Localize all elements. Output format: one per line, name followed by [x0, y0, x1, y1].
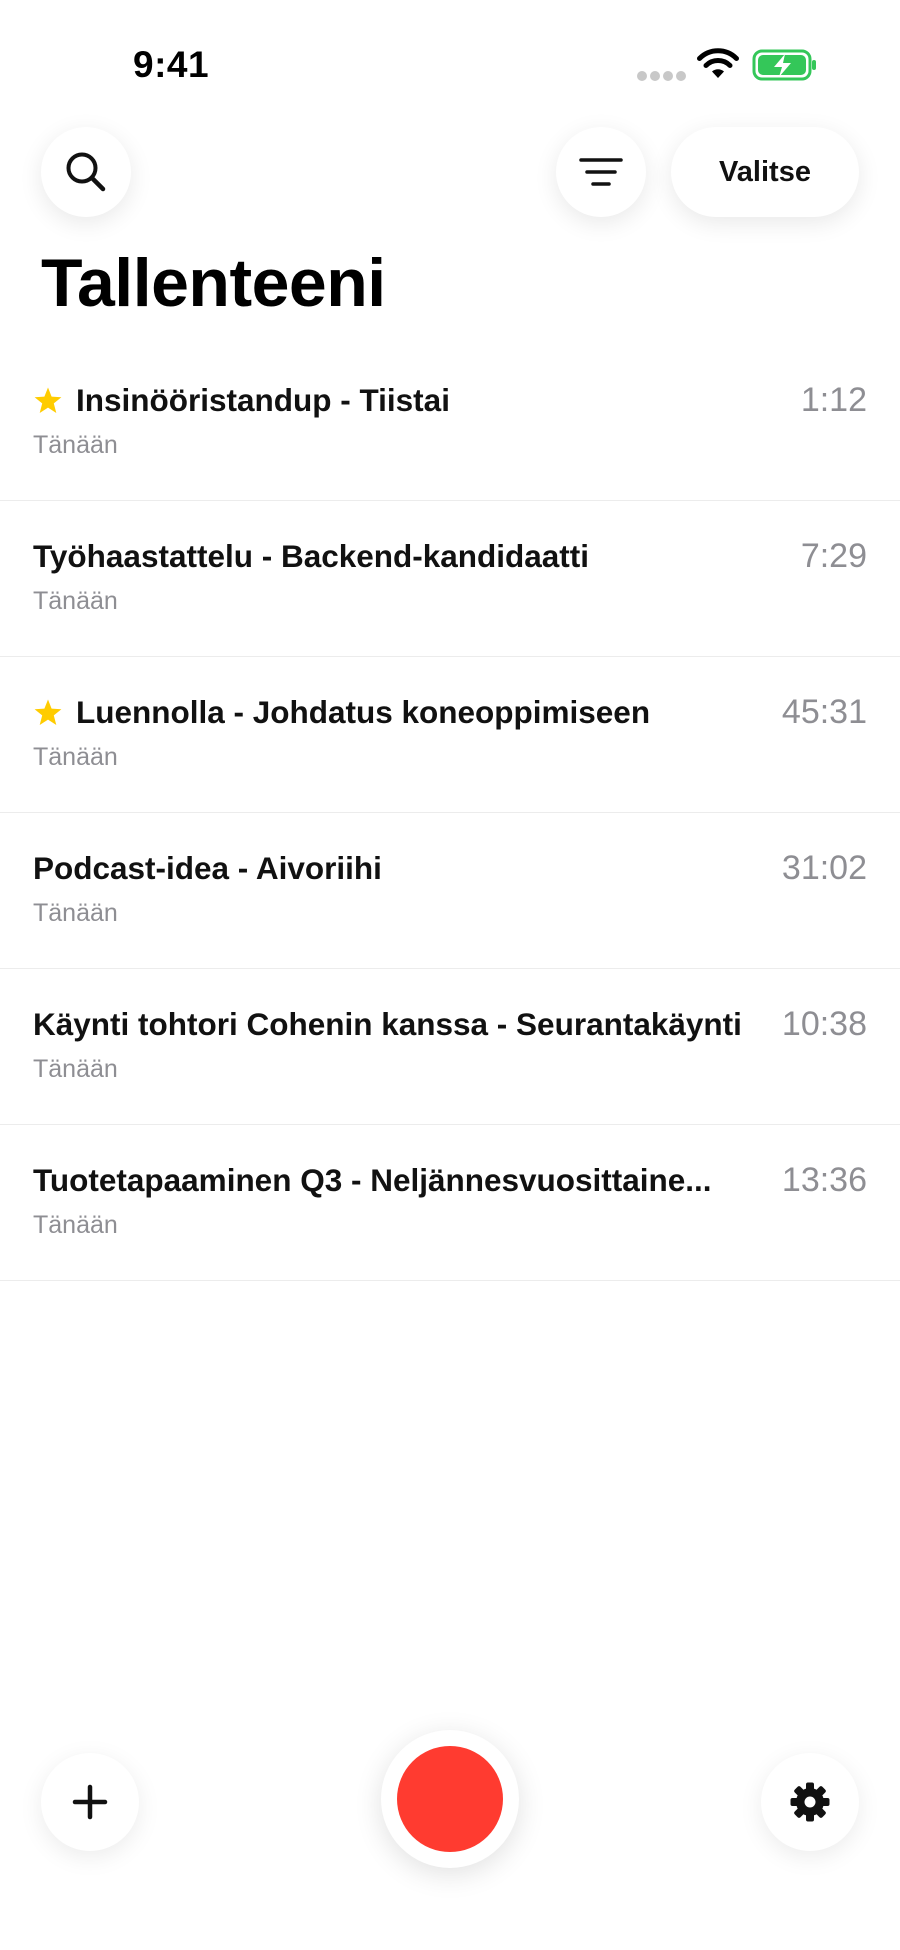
star-icon: [34, 387, 62, 413]
recording-duration: 1:12: [800, 381, 867, 419]
recordings-list: Insinööristandup - Tiistai Tänään 1:12 T…: [0, 345, 900, 1281]
recording-date: Tänään: [33, 1055, 118, 1083]
status-time: 9:41: [133, 44, 210, 85]
search-button[interactable]: [41, 127, 131, 217]
recording-row[interactable]: Podcast-idea - Aivoriihi Tänään 31:02: [0, 813, 900, 969]
settings-button[interactable]: [761, 1753, 859, 1851]
record-button[interactable]: [381, 1730, 519, 1868]
star-icon: [34, 699, 62, 725]
recording-row[interactable]: Työhaastattelu - Backend-kandidaatti Tän…: [0, 501, 900, 657]
recording-row[interactable]: Luennolla - Johdatus koneoppimiseen Tänä…: [0, 657, 900, 813]
recording-date: Tänään: [33, 1211, 118, 1239]
recording-duration: 31:02: [781, 849, 867, 887]
recording-date: Tänään: [33, 899, 118, 927]
search-icon: [66, 152, 106, 192]
cellular-signal-icon: [637, 71, 686, 81]
add-recording-button[interactable]: [41, 1753, 139, 1851]
recording-date: Tänään: [33, 743, 118, 771]
battery-charging-icon: [752, 49, 816, 81]
filter-lines-icon: [579, 158, 623, 186]
recording-row[interactable]: Insinööristandup - Tiistai Tänään 1:12: [0, 345, 900, 501]
sort-filter-button[interactable]: [556, 127, 646, 217]
gear-icon: [790, 1782, 830, 1822]
status-bar: 9:41: [0, 0, 900, 120]
wifi-icon: [697, 48, 739, 78]
recording-row[interactable]: Käynti tohtori Cohenin kanssa - Seuranta…: [0, 969, 900, 1125]
recording-title: Käynti tohtori Cohenin kanssa - Seuranta…: [33, 1006, 742, 1042]
page-title: Tallenteeni: [41, 245, 386, 321]
recording-date: Tänään: [33, 587, 118, 615]
plus-icon: [72, 1784, 108, 1820]
recording-title: Podcast-idea - Aivoriihi: [33, 850, 382, 886]
recording-row[interactable]: Tuotetapaaminen Q3 - Neljännesvuosittain…: [0, 1125, 900, 1281]
recording-duration: 7:29: [800, 537, 867, 575]
recording-duration: 45:31: [781, 693, 867, 731]
recording-duration: 10:38: [781, 1005, 867, 1043]
recording-title: Insinööristandup - Tiistai: [76, 382, 450, 418]
record-icon: [397, 1746, 503, 1852]
recording-title: Tuotetapaaminen Q3 - Neljännesvuosittain…: [33, 1162, 712, 1198]
recording-title: Luennolla - Johdatus koneoppimiseen: [76, 694, 651, 730]
select-button[interactable]: Valitse: [671, 127, 859, 217]
recording-duration: 13:36: [781, 1161, 867, 1199]
recording-title: Työhaastattelu - Backend-kandidaatti: [33, 538, 590, 574]
recording-date: Tänään: [33, 431, 118, 459]
